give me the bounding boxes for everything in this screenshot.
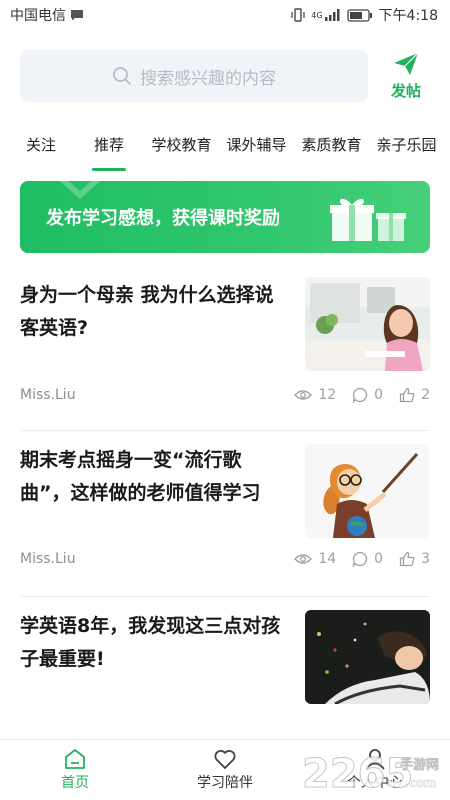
article-author[interactable]: Miss.Liu xyxy=(20,387,76,403)
signal-icon xyxy=(324,9,340,21)
banner-text: 发布学习感想，获得课时奖励 xyxy=(46,208,280,229)
like-count-value: 2 xyxy=(421,387,430,403)
watermark-domain: .com xyxy=(404,776,436,790)
article-title[interactable]: 学英语8年，我发现这三点对孩子最重要! xyxy=(20,610,290,676)
tab-recommend[interactable]: 推荐 xyxy=(74,128,144,171)
comment-count-value: 0 xyxy=(374,551,384,567)
vibrate-icon xyxy=(291,8,305,22)
view-count-value: 12 xyxy=(318,387,337,403)
comment-count[interactable]: 0 xyxy=(352,551,383,567)
search-icon xyxy=(113,67,131,85)
article-thumbnail-teacher-cartoon[interactable] xyxy=(305,444,430,538)
network-type: 4G xyxy=(311,11,323,20)
search-input[interactable]: 搜索感兴趣的内容 xyxy=(20,50,368,102)
article-card[interactable]: 期末考点摇身一变“流行歌曲”，这样做的老师值得学习 Miss.Liu 14 0 xyxy=(20,444,430,584)
nav-home-label: 首页 xyxy=(61,775,89,791)
tab-school-education[interactable]: 学校教育 xyxy=(144,128,219,161)
like-count[interactable]: 3 xyxy=(399,551,430,567)
tab-label: 课外辅导 xyxy=(226,136,287,154)
tab-follow[interactable]: 关注 xyxy=(8,128,74,161)
eye-icon xyxy=(294,390,313,400)
status-right: 4G 下午4:18 xyxy=(291,5,438,25)
tab-label: 学校教育 xyxy=(151,136,212,154)
post-button[interactable]: 发帖 xyxy=(380,48,432,104)
carrier-name: 中国电信 xyxy=(10,8,66,24)
header: 搜索感兴趣的内容 发帖 xyxy=(20,48,432,104)
nav-study-companion[interactable]: 学习陪伴 xyxy=(150,740,300,800)
eye-icon xyxy=(294,554,313,564)
like-count-value: 3 xyxy=(421,551,430,567)
divider xyxy=(20,430,430,431)
tab-quality-education[interactable]: 素质教育 xyxy=(294,128,369,161)
active-tab-indicator xyxy=(92,168,126,171)
article-title[interactable]: 期末考点摇身一变“流行歌曲”，这样做的老师值得学习 xyxy=(20,444,290,510)
tab-label: 关注 xyxy=(25,136,56,154)
article-thumbnail-girl-studying[interactable] xyxy=(305,277,430,371)
gift-box-icon xyxy=(330,198,406,241)
article-author[interactable]: Miss.Liu xyxy=(20,551,76,567)
like-count[interactable]: 2 xyxy=(399,387,430,403)
article-stats: 14 0 3 xyxy=(294,551,430,567)
comment-icon xyxy=(352,387,368,403)
article-meta: Miss.Liu 14 0 3 xyxy=(20,551,430,567)
category-tabs: 关注 推荐 学校教育 课外辅导 素质教育 亲子乐园 xyxy=(0,128,450,176)
thumbs-up-icon xyxy=(399,387,415,403)
home-icon xyxy=(65,749,85,769)
search-placeholder: 搜索感兴趣的内容 xyxy=(140,68,276,89)
status-left: 中国电信 xyxy=(10,5,84,25)
promo-banner[interactable]: 发布学习感想，获得课时奖励 xyxy=(20,181,430,253)
article-stats: 12 0 2 xyxy=(294,387,430,403)
chevron-decoration-icon xyxy=(60,181,100,200)
tab-label: 素质教育 xyxy=(301,136,362,154)
battery-icon xyxy=(346,8,372,22)
divider xyxy=(20,596,430,597)
view-count: 14 xyxy=(294,551,336,567)
watermark-brand: 2265 xyxy=(302,751,413,795)
nav-home[interactable]: 首页 xyxy=(0,740,150,800)
comment-count[interactable]: 0 xyxy=(352,387,383,403)
view-count-value: 14 xyxy=(318,551,337,567)
message-icon xyxy=(71,10,83,21)
tab-label: 推荐 xyxy=(93,136,124,154)
thumbs-up-icon xyxy=(399,551,415,567)
post-label: 发帖 xyxy=(390,81,421,100)
comment-count-value: 0 xyxy=(374,387,384,403)
article-meta: Miss.Liu 12 0 2 xyxy=(20,387,430,403)
article-thumbnail-woman-relaxing[interactable] xyxy=(305,610,430,704)
site-watermark: 2265 手游网 .com xyxy=(300,745,450,798)
view-count: 12 xyxy=(294,387,336,403)
tab-tutoring[interactable]: 课外辅导 xyxy=(219,128,294,161)
status-bar: 中国电信 4G 下午4:18 xyxy=(0,0,450,30)
clock: 下午4:18 xyxy=(378,8,438,24)
nav-study-companion-label: 学习陪伴 xyxy=(197,775,253,791)
tab-label: 亲子乐园 xyxy=(376,136,437,154)
comment-icon xyxy=(352,551,368,567)
send-icon xyxy=(394,52,419,75)
article-card[interactable]: 学英语8年，我发现这三点对孩子最重要! xyxy=(20,610,430,710)
tab-parent-child[interactable]: 亲子乐园 xyxy=(369,128,444,161)
watermark-sub: 手游网 xyxy=(400,757,439,773)
article-card[interactable]: 身为一个母亲 我为什么选择说客英语? Miss.Liu 12 0 2 xyxy=(20,277,430,417)
heart-icon xyxy=(214,750,236,769)
article-title[interactable]: 身为一个母亲 我为什么选择说客英语? xyxy=(20,279,290,345)
